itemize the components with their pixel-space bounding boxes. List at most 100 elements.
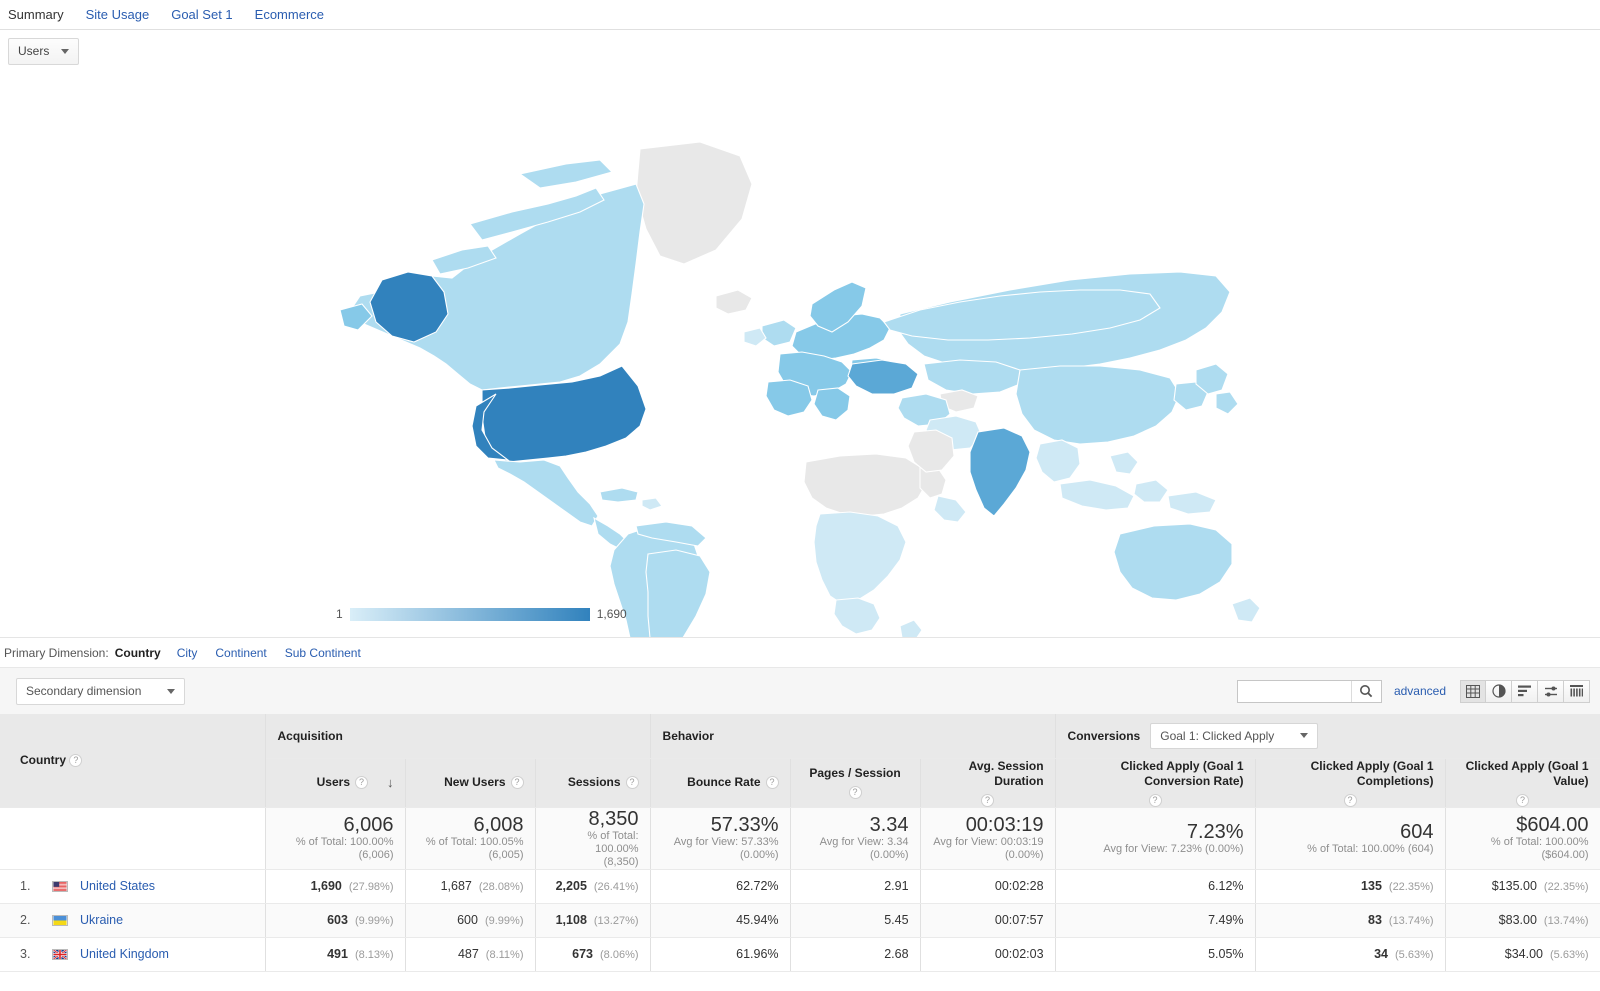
- row-sessions: 673 (8.06%): [535, 937, 651, 972]
- totals-sessions-note2: (8,350): [603, 855, 639, 868]
- table-row[interactable]: 1. United States 1,690 (27.98%) 1,687 (2…: [0, 869, 1600, 904]
- chevron-down-icon: [61, 48, 70, 54]
- row-sessions-value: 673: [572, 947, 593, 961]
- row-rank: 2.: [20, 913, 31, 927]
- column-label-new-users: New Users: [444, 775, 506, 789]
- row-country-cell: 3. United Kingdom: [0, 937, 266, 972]
- row-country-name[interactable]: United States: [80, 879, 155, 893]
- search-input[interactable]: [1237, 680, 1351, 702]
- comparison-view-button[interactable]: [1538, 679, 1564, 703]
- column-header-sessions[interactable]: Sessions?: [535, 758, 651, 808]
- row-goal-completions-value: 34: [1374, 947, 1389, 961]
- column-header-goal-completions[interactable]: Clicked Apply (Goal 1 Completions)?: [1255, 758, 1446, 808]
- row-bounce-rate-value: 45.94%: [736, 913, 779, 927]
- region-canada-arctic-2: [518, 159, 614, 189]
- row-sessions-pct: (13.27%): [593, 915, 639, 927]
- row-goal-completions: 83 (13.74%): [1255, 903, 1446, 938]
- row-rank: 3.: [20, 947, 31, 961]
- primary-dimension-sub-continent[interactable]: Sub Continent: [285, 646, 361, 660]
- row-sessions: 2,205 (26.41%): [535, 869, 651, 904]
- column-header-pages-session[interactable]: Pages / Session?: [790, 758, 921, 808]
- totals-goal-value-note2: ($604.00): [1541, 849, 1589, 861]
- help-icon-bounce-rate[interactable]: ?: [765, 776, 779, 789]
- sort-descending-icon[interactable]: ↓: [387, 775, 394, 790]
- secondary-dimension-dropdown[interactable]: Secondary dimension: [16, 677, 186, 705]
- table-controls-bar: Secondary dimension advanced: [0, 667, 1600, 714]
- tab-summary[interactable]: Summary: [8, 0, 64, 30]
- help-icon-goal-completions[interactable]: ?: [1343, 793, 1357, 807]
- flag-icon-ua: [52, 914, 68, 926]
- region-philippines: [1109, 451, 1139, 475]
- table-view-button[interactable]: [1460, 679, 1486, 703]
- flag-icon-us: [52, 880, 68, 892]
- pie-chart-view-button[interactable]: [1486, 679, 1512, 703]
- performance-view-button[interactable]: [1512, 679, 1538, 703]
- tab-site-usage[interactable]: Site Usage: [86, 0, 150, 30]
- row-goal-completions-pct: (13.74%): [1388, 915, 1434, 927]
- primary-dimension-bar: Primary Dimension: Country City Continen…: [0, 637, 1600, 667]
- totals-new-users: 6,008 % of Total: 100.05% (6,005): [405, 807, 536, 870]
- row-country-name[interactable]: Ukraine: [80, 913, 123, 927]
- column-header-goal-value[interactable]: Clicked Apply (Goal 1 Value)?: [1445, 758, 1600, 808]
- search-box[interactable]: [1236, 679, 1382, 703]
- country-header-cell[interactable]: Country ?: [0, 714, 266, 808]
- primary-dimension-current[interactable]: Country: [115, 646, 161, 660]
- totals-sessions-note1: % of Total: 100.00%: [587, 829, 639, 855]
- primary-dimension-city[interactable]: City: [177, 646, 198, 660]
- column-header-avg-duration[interactable]: Avg. Session Duration?: [920, 758, 1056, 808]
- legend-gradient-bar: [349, 607, 590, 621]
- region-east-africa: [933, 495, 967, 523]
- totals-pages-session-note1: Avg for View: 3.34: [819, 836, 909, 848]
- column-header-new-users[interactable]: New Users?: [405, 758, 536, 808]
- totals-pages-session: 3.34 Avg for View: 3.34 (0.00%): [790, 807, 921, 870]
- help-icon-goal-conv-rate[interactable]: ?: [1148, 793, 1162, 807]
- column-header-bounce-rate[interactable]: Bounce Rate?: [650, 758, 791, 808]
- region-japan-south: [1215, 391, 1239, 415]
- totals-avg-duration-note1: Avg for View: 00:03:19: [933, 836, 1044, 848]
- totals-goal-value-value: $604.00: [1516, 814, 1589, 836]
- row-new-users: 600 (9.99%): [405, 903, 536, 938]
- help-icon-avg-duration[interactable]: ?: [981, 793, 995, 807]
- country-header-label: Country: [20, 753, 66, 768]
- row-new-users-value: 600: [457, 913, 478, 927]
- metric-dropdown[interactable]: Users: [8, 37, 80, 65]
- table-row[interactable]: 2. Ukraine 603 (9.99%) 600 (9.99%) 1,108 (1…: [0, 903, 1600, 938]
- totals-new-users-value: 6,008: [473, 814, 524, 836]
- table-row[interactable]: 3. United Kingdom 491 (8.13%) 487 (8.11%) …: [0, 937, 1600, 972]
- totals-goal-completions-note1: % of Total: 100.00% (604): [1307, 842, 1434, 855]
- help-icon-country[interactable]: ?: [69, 754, 83, 768]
- primary-dimension-continent[interactable]: Continent: [215, 646, 266, 660]
- column-header-users[interactable]: Users? ↓: [265, 758, 406, 808]
- help-icon-pages-session[interactable]: ?: [848, 786, 862, 799]
- world-choropleth-map[interactable]: .c0{fill:#e8e8e8;stroke:#ffffff;stroke-w…: [0, 72, 1600, 637]
- row-new-users: 1,687 (28.08%): [405, 869, 536, 904]
- totals-goal-conv-rate-note1: Avg for View: 7.23% (0.00%): [1103, 842, 1244, 855]
- tab-ecommerce[interactable]: Ecommerce: [255, 0, 324, 30]
- tab-goal-set-1[interactable]: Goal Set 1: [171, 0, 232, 30]
- row-country-name[interactable]: United Kingdom: [80, 947, 169, 961]
- totals-bounce-rate-note2: (0.00%): [740, 849, 779, 861]
- row-users: 603 (9.99%): [265, 903, 406, 938]
- row-avg-duration-value: 00:02:28: [994, 879, 1044, 893]
- help-icon-new-users[interactable]: ?: [510, 776, 524, 789]
- row-avg-duration: 00:07:57: [920, 903, 1056, 938]
- row-goal-value-pct: (5.63%): [1550, 949, 1589, 961]
- row-new-users-pct: (9.99%): [484, 915, 524, 927]
- totals-users-note1: % of Total: 100.00%: [295, 836, 394, 848]
- region-mexico: [493, 459, 599, 527]
- goal-selector-dropdown[interactable]: Goal 1: Clicked Apply: [1150, 722, 1319, 749]
- help-icon-users[interactable]: ?: [355, 776, 368, 789]
- row-goal-conv-rate: 5.05%: [1055, 937, 1256, 972]
- column-header-goal-conv-rate[interactable]: Clicked Apply (Goal 1 Conversion Rate)?: [1055, 758, 1256, 808]
- region-kazakhstan: [923, 359, 1021, 395]
- totals-avg-duration-value: 00:03:19: [965, 814, 1044, 836]
- help-icon-sessions[interactable]: ?: [625, 776, 639, 789]
- pivot-view-button[interactable]: [1564, 679, 1590, 703]
- region-new-guinea: [1167, 491, 1217, 515]
- help-icon-goal-value[interactable]: ?: [1516, 793, 1530, 807]
- totals-bounce-rate: 57.33% Avg for View: 57.33% (0.00%): [650, 807, 791, 870]
- advanced-link[interactable]: advanced: [1394, 684, 1446, 698]
- row-country-cell: 2. Ukraine: [0, 903, 266, 938]
- search-button[interactable]: [1350, 680, 1381, 702]
- row-goal-completions: 135 (22.35%): [1255, 869, 1446, 904]
